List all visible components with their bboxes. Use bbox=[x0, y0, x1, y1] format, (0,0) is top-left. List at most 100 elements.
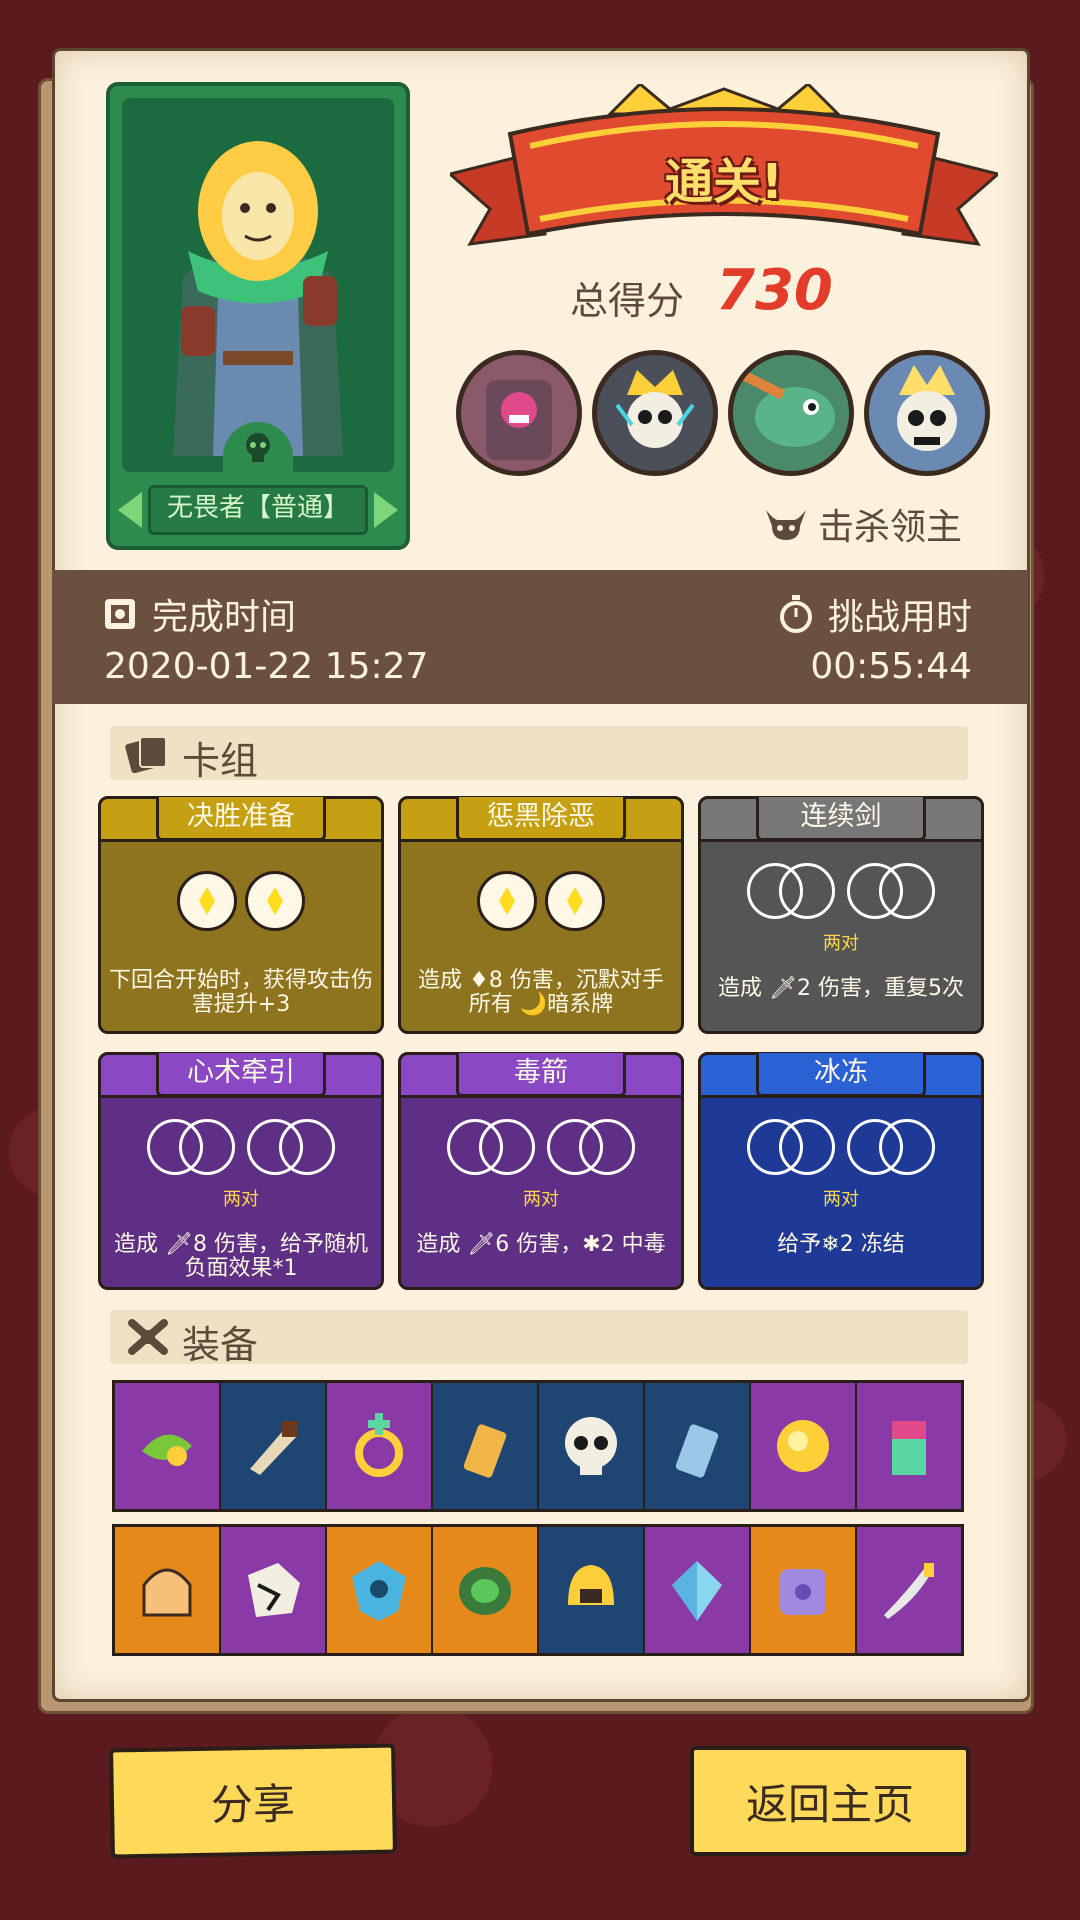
deck-card[interactable]: 决胜准备 下回合开始时，获得攻击伤害提升+3 bbox=[98, 796, 384, 1034]
deck-section-header: 卡组 bbox=[110, 726, 968, 783]
cross-ring-icon bbox=[355, 1413, 403, 1477]
stone-golem-boss-icon bbox=[486, 380, 552, 460]
killed-bosses-label: 击杀领主 bbox=[818, 507, 963, 548]
boss-fish-warrior[interactable] bbox=[728, 350, 854, 476]
card-cost-gems bbox=[101, 871, 381, 931]
card-title: 心术牵引 bbox=[156, 1053, 326, 1097]
equipment-slot[interactable] bbox=[433, 1383, 539, 1509]
yellow-gem-icon bbox=[245, 871, 305, 931]
yellow-gem-icon bbox=[545, 871, 605, 931]
golden-orb-icon bbox=[777, 1420, 829, 1472]
talisman-tag-icon bbox=[463, 1424, 507, 1478]
equipment-slot[interactable] bbox=[645, 1527, 751, 1653]
card-description: 给予❄2 冻结 bbox=[777, 1232, 905, 1257]
crystal-shield-icon bbox=[352, 1561, 406, 1621]
prev-difficulty-arrow-icon[interactable] bbox=[118, 492, 142, 528]
dice-pair-slot-icon bbox=[847, 1119, 935, 1177]
crowned-skull-boss-icon bbox=[615, 370, 695, 448]
killed-bosses-caption: 击杀领主 bbox=[764, 498, 962, 550]
victory-banner: 通关! bbox=[450, 84, 998, 254]
equipment-slot[interactable] bbox=[327, 1527, 433, 1653]
equipment-slot[interactable] bbox=[115, 1527, 221, 1653]
equipment-title: 装备 bbox=[182, 1323, 259, 1367]
dice-pair-slot-icon bbox=[747, 1119, 835, 1177]
card-title: 毒箭 bbox=[456, 1053, 626, 1097]
boss-stone-golem[interactable] bbox=[456, 350, 582, 476]
yellow-gem-icon bbox=[477, 871, 537, 931]
deck-title: 卡组 bbox=[182, 739, 259, 783]
share-button[interactable]: 分享 bbox=[109, 1743, 397, 1859]
duration-value: 00:55:44 bbox=[810, 646, 972, 687]
hero-name-bar: 无畏者【普通】 bbox=[118, 484, 398, 536]
score-label: 总得分 bbox=[570, 279, 685, 323]
cards-icon bbox=[125, 736, 167, 773]
duration-label: 挑战用时 bbox=[827, 597, 972, 638]
card-dice-slots bbox=[701, 863, 981, 921]
equipment-slot[interactable] bbox=[115, 1383, 221, 1509]
leaf-pendant-icon bbox=[142, 1434, 192, 1466]
card-description: 下回合开始时，获得攻击伤害提升+3 bbox=[109, 968, 374, 1017]
golden-helmet-icon bbox=[568, 1565, 614, 1605]
next-difficulty-arrow-icon[interactable] bbox=[374, 492, 398, 528]
film-calendar-icon bbox=[105, 599, 135, 629]
helmet-icon bbox=[142, 1568, 192, 1617]
equipment-section-header: 装备 bbox=[110, 1310, 968, 1367]
water-crystal-icon bbox=[672, 1561, 722, 1621]
equipment-slot[interactable] bbox=[539, 1527, 645, 1653]
card-cost-gems bbox=[401, 871, 681, 931]
dice-pair-slot-icon bbox=[247, 1119, 335, 1177]
card-title: 惩黑除恶 bbox=[456, 797, 626, 841]
hero-card[interactable]: 无畏者【普通】 bbox=[106, 82, 410, 550]
hero-portrait bbox=[122, 98, 394, 472]
card-description: 造成 🗡2 伤害，重复5次 bbox=[718, 976, 964, 1001]
dice-pair-slot-icon bbox=[847, 863, 935, 921]
card-description: 造成 🗡6 伤害，✱2 中毒 bbox=[416, 1232, 666, 1257]
horn-icon bbox=[250, 1421, 298, 1475]
home-button[interactable]: 返回主页 bbox=[690, 1746, 970, 1856]
skull-king-boss-icon bbox=[897, 365, 957, 451]
finish-time-value: 2020-01-22 15:27 bbox=[104, 646, 429, 687]
horned-skull-icon bbox=[766, 510, 806, 540]
equipment-slot[interactable] bbox=[751, 1527, 857, 1653]
card-dice-slots bbox=[701, 1119, 981, 1177]
deck-card[interactable]: 心术牵引 两对 造成 🗡8 伤害，给予随机负面效果*1 bbox=[98, 1052, 384, 1290]
equipment-slot[interactable] bbox=[857, 1527, 961, 1653]
timing-bar: 完成时间 2020-01-22 15:27 挑战用时 00:55:44 bbox=[52, 570, 1028, 704]
equipment-slot[interactable] bbox=[327, 1383, 433, 1509]
dice-pair-slot-icon bbox=[747, 863, 835, 921]
equipment-row-2 bbox=[112, 1524, 964, 1656]
hero-name: 无畏者【普通】 bbox=[148, 485, 368, 535]
yellow-gem-icon bbox=[177, 871, 237, 931]
skull-icon bbox=[565, 1417, 617, 1475]
deck-card[interactable]: 连续剑 两对 造成 🗡2 伤害，重复5次 bbox=[698, 796, 984, 1034]
card-dice-slots bbox=[401, 1119, 681, 1177]
duration-header: 挑战用时 bbox=[778, 588, 972, 640]
equipment-slot[interactable] bbox=[433, 1527, 539, 1653]
crossed-bones-icon bbox=[128, 1319, 168, 1355]
deck-card[interactable]: 惩黑除恶 造成 ♦8 伤害，沉默对手所有 🌙暗系牌 bbox=[398, 796, 684, 1034]
card-slot-label: 两对 bbox=[823, 1189, 859, 1210]
share-button-label: 分享 bbox=[210, 1778, 296, 1830]
boss-skull-king[interactable] bbox=[864, 350, 990, 476]
victory-title: 通关! bbox=[665, 154, 783, 210]
equipment-slot[interactable] bbox=[539, 1383, 645, 1509]
score-value: 730 bbox=[716, 258, 833, 323]
hero-figure-icon bbox=[173, 141, 343, 456]
equipment-slot[interactable] bbox=[221, 1527, 327, 1653]
card-slot-label: 两对 bbox=[223, 1189, 259, 1210]
deck-card[interactable]: 毒箭 两对 造成 🗡6 伤害，✱2 中毒 bbox=[398, 1052, 684, 1290]
card-dice-slots bbox=[101, 1119, 381, 1177]
home-button-label: 返回主页 bbox=[745, 1779, 914, 1829]
equipment-slot[interactable] bbox=[751, 1383, 857, 1509]
deck-card[interactable]: 冰冻两对给予❄2 冻结 bbox=[698, 1052, 984, 1290]
cracked-stone-icon bbox=[248, 1563, 300, 1617]
ice-tag-icon bbox=[675, 1424, 719, 1478]
dice-pair-slot-icon bbox=[147, 1119, 235, 1177]
equipment-slot[interactable] bbox=[221, 1383, 327, 1509]
equipment-slot[interactable] bbox=[645, 1383, 751, 1509]
equipment-slot[interactable] bbox=[857, 1383, 961, 1509]
boss-crowned-skull[interactable] bbox=[592, 350, 718, 476]
finish-time-label: 完成时间 bbox=[152, 597, 297, 638]
stopwatch-icon bbox=[779, 595, 812, 633]
card-title: 冰冻 bbox=[756, 1053, 926, 1097]
